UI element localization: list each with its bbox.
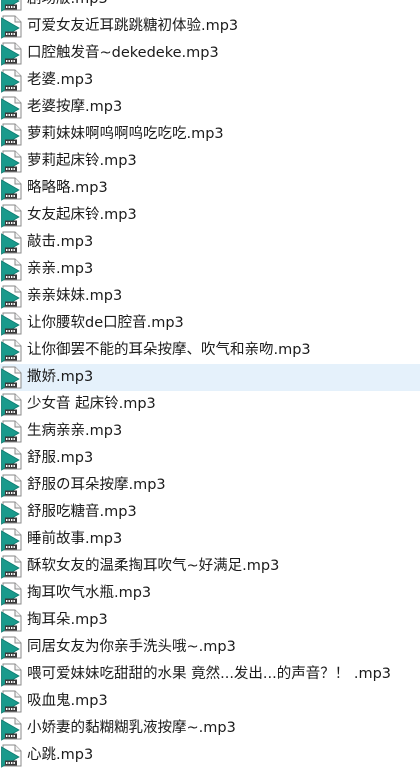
file-name: 小娇妻的黏糊糊乳液按摩~.mp3 bbox=[27, 720, 236, 736]
file-list-item[interactable]: 让你御罢不能的耳朵按摩、吹气和亲吻.mp3 bbox=[0, 337, 420, 364]
file-list-item[interactable]: 亲亲妹妹.mp3 bbox=[0, 283, 420, 310]
file-list-item[interactable]: 可爱女友近耳跳跳糖初体验.mp3 bbox=[0, 13, 420, 40]
file-name: 心跳.mp3 bbox=[27, 747, 94, 763]
file-name: 让你御罢不能的耳朵按摩、吹气和亲吻.mp3 bbox=[27, 342, 311, 358]
audio-file-icon bbox=[1, 555, 22, 579]
file-name: 舒服.mp3 bbox=[27, 450, 94, 466]
file-list-item[interactable]: 生病亲亲.mp3 bbox=[0, 418, 420, 445]
file-name: 让你腰软de口腔音.mp3 bbox=[27, 315, 184, 331]
audio-file-icon bbox=[1, 204, 22, 228]
audio-file-icon bbox=[1, 447, 22, 471]
file-name: 吸血鬼.mp3 bbox=[27, 693, 108, 709]
file-list-item[interactable]: 酥软女友的温柔掏耳吹气~好满足.mp3 bbox=[0, 553, 420, 580]
file-list-item[interactable]: 心跳.mp3 bbox=[0, 742, 420, 769]
audio-file-icon bbox=[1, 312, 22, 336]
audio-file-icon bbox=[1, 177, 22, 201]
file-list-item[interactable]: 老婆.mp3 bbox=[0, 67, 420, 94]
audio-file-icon bbox=[1, 690, 22, 714]
file-name: 可爱女友近耳跳跳糖初体验.mp3 bbox=[27, 18, 239, 34]
file-name: 少女音 起床铃.mp3 bbox=[27, 396, 156, 412]
audio-file-icon bbox=[1, 717, 22, 741]
audio-file-icon bbox=[1, 528, 22, 552]
audio-file-icon bbox=[1, 582, 22, 606]
file-list-item[interactable]: 女友起床铃.mp3 bbox=[0, 202, 420, 229]
audio-file-icon bbox=[1, 69, 22, 93]
file-list-item[interactable]: 口腔触发音~dekedeke.mp3 bbox=[0, 40, 420, 67]
file-list-item[interactable]: 剧场版.mp3 bbox=[0, 0, 420, 13]
file-list-item[interactable]: 小娇妻的黏糊糊乳液按摩~.mp3 bbox=[0, 715, 420, 742]
audio-file-icon bbox=[1, 96, 22, 120]
audio-file-icon bbox=[1, 123, 22, 147]
audio-file-icon bbox=[1, 258, 22, 282]
audio-file-icon bbox=[1, 663, 22, 687]
audio-file-icon bbox=[1, 231, 22, 255]
file-name: 喂可爱妹妹吃甜甜的水果 竟然...发出...的声音？！ .mp3 bbox=[27, 666, 392, 682]
file-name: 撒娇.mp3 bbox=[27, 369, 94, 385]
file-name: 舒服の耳朵按摩.mp3 bbox=[27, 477, 166, 493]
file-name: 掏耳吹气水瓶.mp3 bbox=[27, 585, 152, 601]
audio-file-icon bbox=[1, 609, 22, 633]
file-name: 同居女友为你亲手洗头哦~.mp3 bbox=[27, 639, 236, 655]
audio-file-icon bbox=[1, 15, 22, 39]
file-list-item[interactable]: 掏耳吹气水瓶.mp3 bbox=[0, 580, 420, 607]
audio-file-icon bbox=[1, 285, 22, 309]
file-list-item[interactable]: 舒服.mp3 bbox=[0, 445, 420, 472]
file-name: 女友起床铃.mp3 bbox=[27, 207, 137, 223]
file-list-item[interactable]: 舒服の耳朵按摩.mp3 bbox=[0, 472, 420, 499]
file-list-item[interactable]: 撒娇.mp3 bbox=[0, 364, 420, 391]
file-name: 酥软女友的温柔掏耳吹气~好满足.mp3 bbox=[27, 558, 280, 574]
audio-file-icon bbox=[1, 744, 22, 768]
file-list-item[interactable]: 亲亲.mp3 bbox=[0, 256, 420, 283]
audio-file-icon bbox=[1, 636, 22, 660]
file-list-item[interactable]: 掏耳朵.mp3 bbox=[0, 607, 420, 634]
file-list-item[interactable]: 吸血鬼.mp3 bbox=[0, 688, 420, 715]
file-list-item[interactable]: 少女音 起床铃.mp3 bbox=[0, 391, 420, 418]
file-name: 生病亲亲.mp3 bbox=[27, 423, 123, 439]
file-name: 口腔触发音~dekedeke.mp3 bbox=[27, 45, 219, 61]
audio-file-icon bbox=[1, 150, 22, 174]
file-name: 掏耳朵.mp3 bbox=[27, 612, 108, 628]
file-list-item[interactable]: 睡前故事.mp3 bbox=[0, 526, 420, 553]
file-list-item[interactable]: 同居女友为你亲手洗头哦~.mp3 bbox=[0, 634, 420, 661]
file-name: 舒服吃糖音.mp3 bbox=[27, 504, 137, 520]
file-name: 老婆.mp3 bbox=[27, 72, 94, 88]
file-list: 剧场版.mp3 可爱女友近耳跳跳糖初体验.mp3 口腔触发音~dekedeke.… bbox=[0, 0, 420, 769]
file-name: 萝莉妹妹啊呜啊呜吃吃吃.mp3 bbox=[27, 126, 224, 142]
audio-file-icon bbox=[1, 339, 22, 363]
file-list-item[interactable]: 敲击.mp3 bbox=[0, 229, 420, 256]
file-list-item[interactable]: 让你腰软de口腔音.mp3 bbox=[0, 310, 420, 337]
file-name: 亲亲妹妹.mp3 bbox=[27, 288, 123, 304]
file-list-item[interactable]: 略略略.mp3 bbox=[0, 175, 420, 202]
file-name: 萝莉起床铃.mp3 bbox=[27, 153, 137, 169]
file-list-item[interactable]: 萝莉起床铃.mp3 bbox=[0, 148, 420, 175]
audio-file-icon bbox=[1, 393, 22, 417]
file-list-item[interactable]: 舒服吃糖音.mp3 bbox=[0, 499, 420, 526]
file-name: 老婆按摩.mp3 bbox=[27, 99, 123, 115]
audio-file-icon bbox=[1, 501, 22, 525]
file-list-item[interactable]: 萝莉妹妹啊呜啊呜吃吃吃.mp3 bbox=[0, 121, 420, 148]
file-name: 敲击.mp3 bbox=[27, 234, 94, 250]
audio-file-icon bbox=[1, 42, 22, 66]
audio-file-icon bbox=[1, 366, 22, 390]
audio-file-icon bbox=[1, 0, 22, 12]
audio-file-icon bbox=[1, 420, 22, 444]
audio-file-icon bbox=[1, 474, 22, 498]
file-name: 亲亲.mp3 bbox=[27, 261, 94, 277]
file-name: 剧场版.mp3 bbox=[27, 0, 108, 13]
file-list-item[interactable]: 喂可爱妹妹吃甜甜的水果 竟然...发出...的声音？！ .mp3 bbox=[0, 661, 420, 688]
file-list-item[interactable]: 老婆按摩.mp3 bbox=[0, 94, 420, 121]
file-name: 睡前故事.mp3 bbox=[27, 531, 123, 547]
file-name: 略略略.mp3 bbox=[27, 180, 108, 196]
